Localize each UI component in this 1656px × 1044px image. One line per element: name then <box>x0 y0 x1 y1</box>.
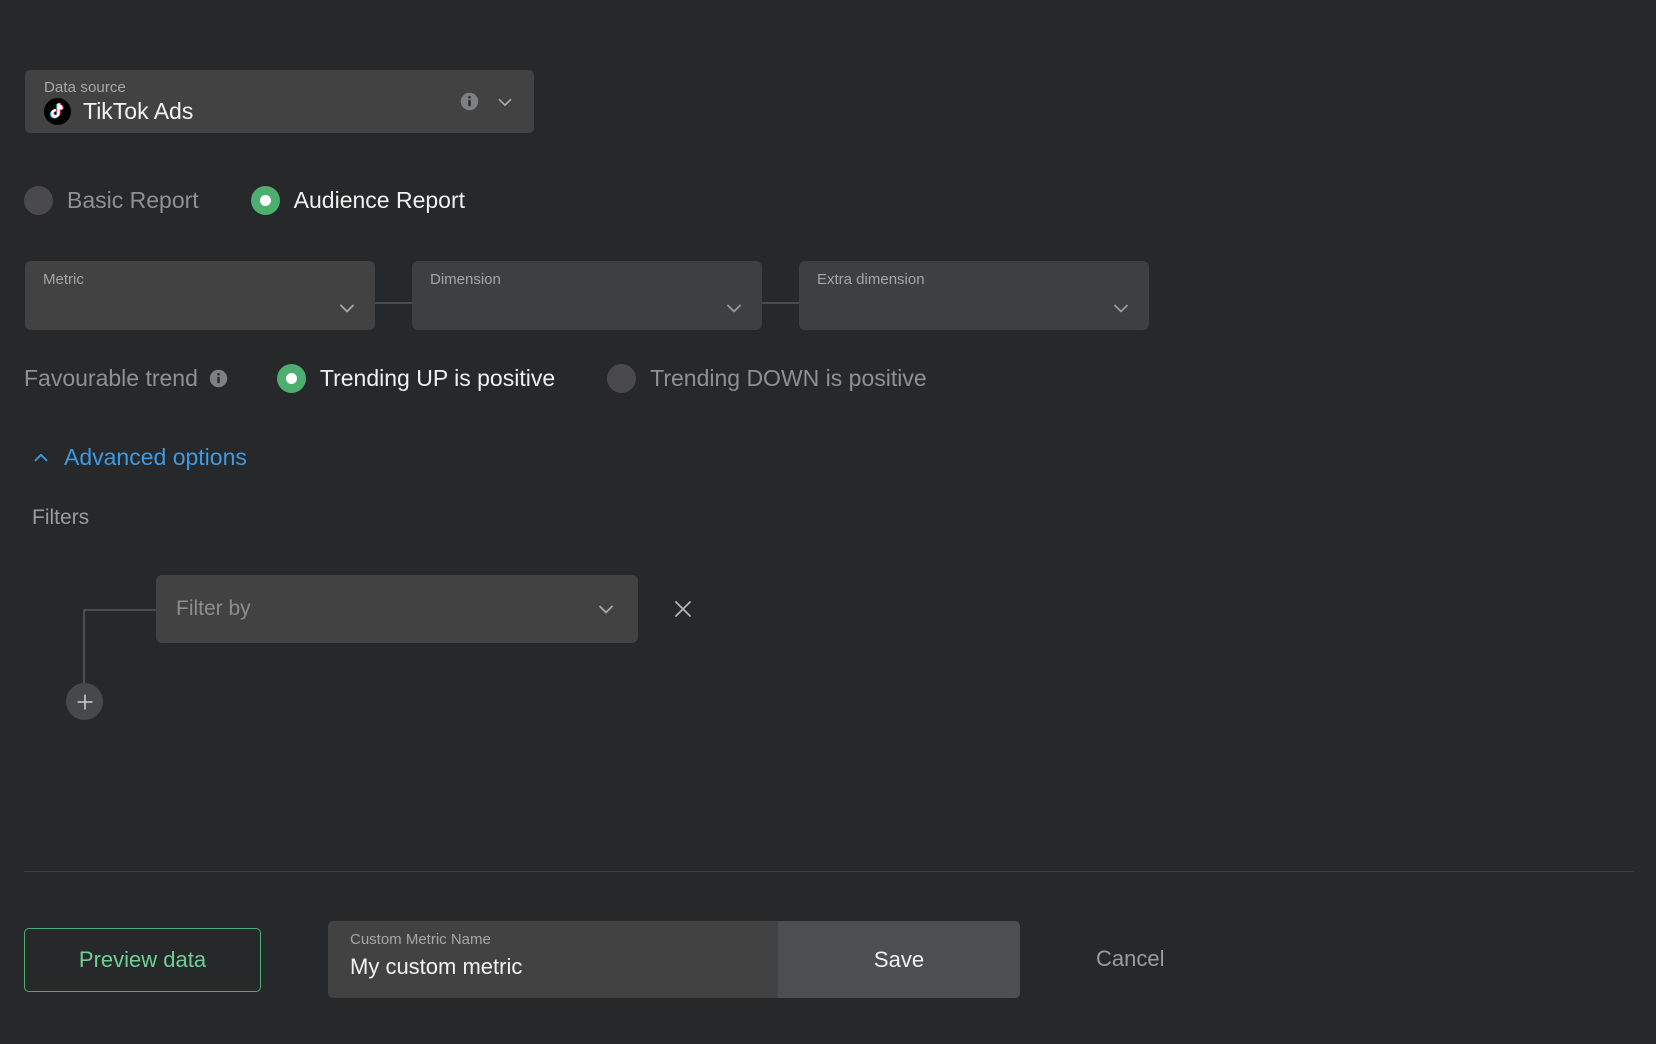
chevron-down-icon[interactable] <box>494 91 516 113</box>
chevron-down-icon[interactable] <box>1109 296 1133 320</box>
custom-metric-name-input[interactable] <box>350 954 800 980</box>
save-button[interactable]: Save <box>778 921 1020 998</box>
select-connector <box>762 261 799 330</box>
metric-select[interactable]: Metric <box>25 261 375 330</box>
info-icon[interactable] <box>208 368 229 389</box>
radio-trending-up-label: Trending UP is positive <box>319 365 556 391</box>
chevron-down-icon[interactable] <box>722 296 746 320</box>
custom-metric-editor: Data source TikTok Ads Basic Report Audi… <box>0 0 1656 1044</box>
radio-basic-report-indicator[interactable] <box>24 186 53 215</box>
info-icon[interactable] <box>459 91 480 112</box>
chevron-up-icon[interactable] <box>30 447 52 469</box>
radio-audience-report-label: Audience Report <box>293 187 466 213</box>
preview-data-button[interactable]: Preview data <box>24 928 261 992</box>
cancel-button[interactable]: Cancel <box>1086 928 1174 990</box>
dimension-select-row: Metric Dimension Extra dimension <box>25 261 1149 330</box>
radio-trending-up-positive[interactable]: Trending UP is positive <box>276 364 556 393</box>
advanced-options-toggle[interactable]: Advanced options <box>30 444 247 471</box>
custom-metric-name-label: Custom Metric Name <box>350 931 491 948</box>
dimension-select[interactable]: Dimension <box>412 261 762 330</box>
metric-select-label: Metric <box>43 271 84 288</box>
favourable-trend-row: Favourable trend Trending UP is positive… <box>24 364 927 393</box>
chevron-down-icon[interactable] <box>594 597 618 621</box>
radio-trending-down-indicator[interactable] <box>607 364 637 393</box>
advanced-options-label: Advanced options <box>64 444 247 470</box>
radio-trending-down-label: Trending DOWN is positive <box>650 365 927 391</box>
footer-divider <box>24 871 1634 872</box>
radio-audience-report-indicator[interactable] <box>250 186 280 215</box>
data-source-value: TikTok Ads <box>83 98 194 124</box>
radio-trending-up-indicator[interactable] <box>276 364 306 393</box>
favourable-trend-info[interactable] <box>208 368 229 389</box>
filter-by-placeholder: Filter by <box>176 597 251 620</box>
radio-audience-report[interactable]: Audience Report <box>250 186 466 215</box>
add-filter-button[interactable] <box>66 683 103 720</box>
radio-basic-report-label: Basic Report <box>67 187 199 213</box>
plus-icon[interactable] <box>74 691 96 713</box>
extra-dimension-select-label: Extra dimension <box>817 271 925 288</box>
radio-basic-report[interactable]: Basic Report <box>24 186 199 215</box>
close-icon[interactable] <box>670 596 696 622</box>
data-source-actions <box>459 91 516 113</box>
filter-remove-button[interactable] <box>666 592 700 626</box>
filters-title: Filters <box>32 506 90 529</box>
extra-dimension-select[interactable]: Extra dimension <box>799 261 1149 330</box>
filter-by-select[interactable]: Filter by <box>156 575 638 643</box>
favourable-trend-label: Favourable trend <box>24 365 198 391</box>
chevron-down-icon[interactable] <box>335 296 359 320</box>
data-source-value-row: TikTok Ads <box>44 98 193 125</box>
filters-tree: Filter by <box>66 570 806 740</box>
dimension-select-label: Dimension <box>430 271 501 288</box>
custom-metric-name-field[interactable]: Custom Metric Name Save <box>328 921 1020 998</box>
select-connector <box>375 261 412 330</box>
tiktok-icon <box>44 98 71 125</box>
radio-trending-down-positive[interactable]: Trending DOWN is positive <box>607 364 927 393</box>
footer-bar: Preview data Custom Metric Name Save Can… <box>0 921 1656 1018</box>
report-type-radio-group: Basic Report Audience Report <box>24 186 465 215</box>
data-source-label: Data source <box>44 79 126 96</box>
data-source-select[interactable]: Data source TikTok Ads <box>25 70 534 133</box>
